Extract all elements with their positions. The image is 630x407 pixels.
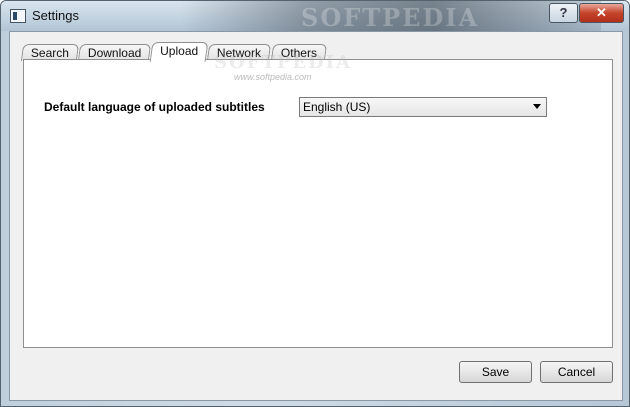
tab-upload[interactable]: Upload <box>149 42 209 62</box>
panel-watermark-url: www.softpedia.com <box>234 72 312 82</box>
cancel-button[interactable]: Cancel <box>540 361 613 383</box>
upload-tab-panel: SOFTPEDIA www.softpedia.com Default lang… <box>23 52 613 348</box>
window-title: Settings <box>32 8 79 23</box>
language-select-value: English (US) <box>303 100 371 114</box>
chevron-down-icon[interactable] <box>533 104 541 109</box>
panel-watermark: SOFTPEDIA <box>214 52 353 73</box>
settings-window: SOFTPEDIA Settings ? ✕ Search Download U… <box>0 0 630 407</box>
help-button[interactable]: ? <box>549 3 578 23</box>
dialog-client-area: Search Download Upload Network Others SO… <box>9 31 623 401</box>
settings-window-icon <box>10 9 26 23</box>
language-select[interactable]: English (US) <box>299 97 547 117</box>
title-bar[interactable]: SOFTPEDIA Settings ? ✕ <box>1 1 629 32</box>
tab-label: Upload <box>160 44 199 58</box>
close-button[interactable]: ✕ <box>579 3 624 23</box>
save-button[interactable]: Save <box>459 361 532 383</box>
language-label: Default language of uploaded subtitles <box>44 100 265 114</box>
title-watermark: SOFTPEDIA <box>301 3 480 32</box>
